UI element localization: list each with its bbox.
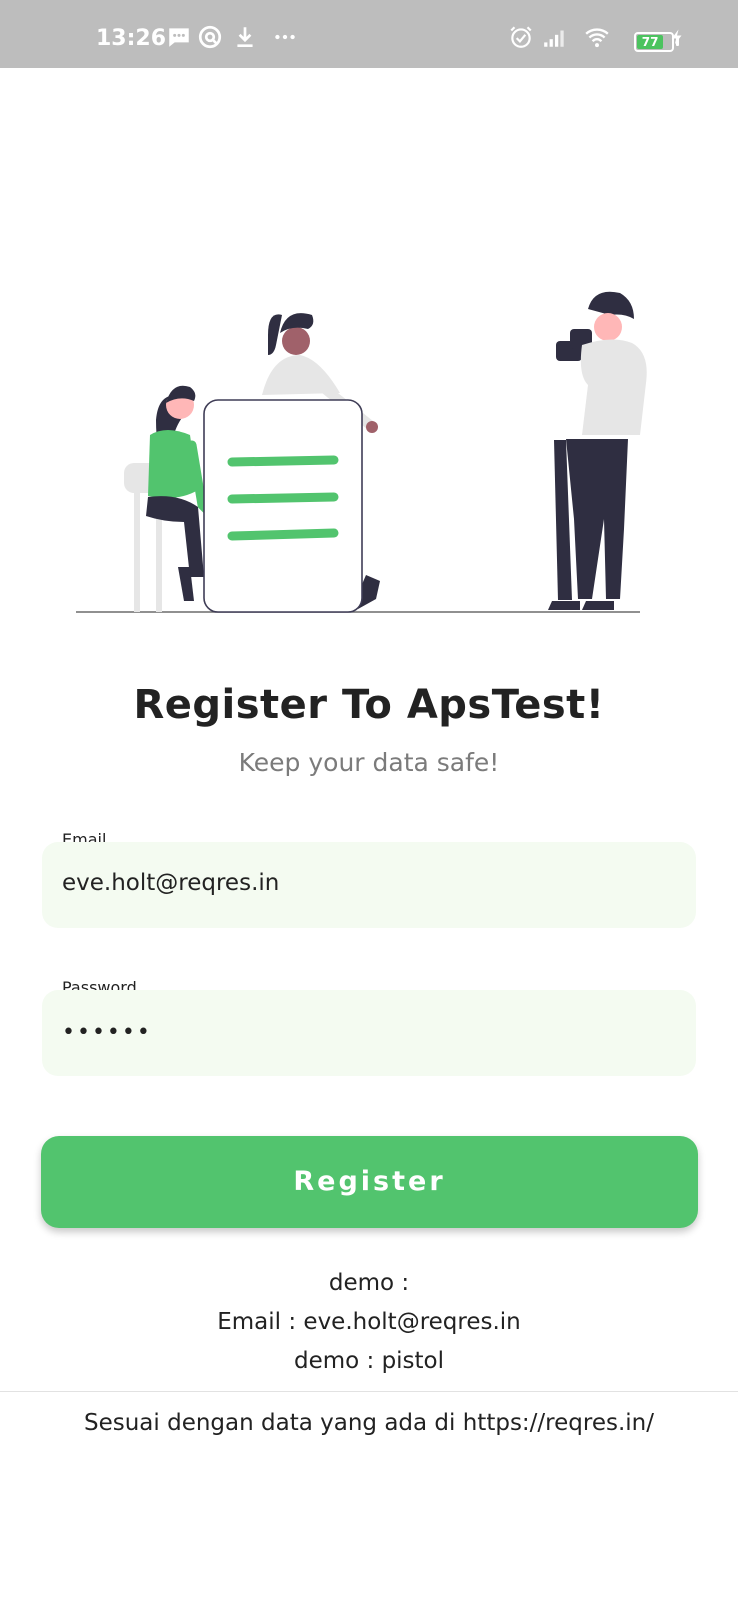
register-illustration	[70, 285, 660, 630]
more-dots-icon	[272, 24, 298, 50]
email-field[interactable]: eve.holt@reqres.in	[42, 842, 696, 928]
demo-email: Email : eve.holt@reqres.in	[217, 1309, 521, 1335]
divider	[0, 1391, 738, 1392]
footer-note: Sesuai dengan data yang ada di https://r…	[84, 1410, 654, 1436]
download-icon	[232, 24, 258, 50]
alarm-icon	[508, 24, 534, 50]
battery-level: 77	[641, 35, 659, 49]
demo-password: demo : pistol	[293, 1348, 445, 1374]
email-value[interactable]: eve.holt@reqres.in	[62, 870, 279, 896]
password-field[interactable]: ••••••	[42, 990, 696, 1076]
sync-icon	[197, 24, 223, 50]
page-subtitle: Keep your data safe!	[238, 748, 500, 777]
signal-icon	[542, 24, 568, 50]
password-value[interactable]: ••••••	[62, 1020, 152, 1045]
status-bar: 13:26 77	[0, 0, 738, 68]
status-time: 13:26	[96, 26, 167, 51]
register-button[interactable]: Register	[41, 1136, 698, 1228]
wifi-icon	[582, 24, 612, 50]
page-title: Register To ApsTest!	[133, 682, 605, 728]
demo-heading: demo :	[328, 1270, 410, 1296]
charging-icon	[668, 24, 686, 50]
message-icon	[166, 24, 192, 50]
